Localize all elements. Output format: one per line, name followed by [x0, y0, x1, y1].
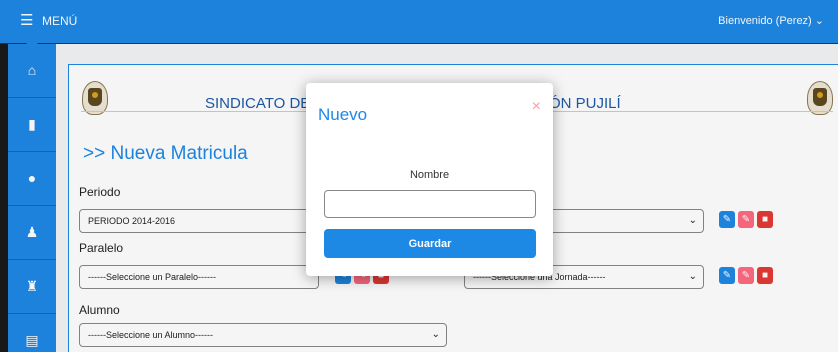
modal-title: Nuevo [318, 105, 368, 124]
nuevo-modal: Nuevo × Nombre Guardar [306, 83, 553, 276]
nombre-label: Nombre [409, 169, 450, 181]
nombre-input[interactable] [324, 190, 536, 218]
close-icon[interactable]: × [532, 99, 541, 115]
guardar-button[interactable]: Guardar [324, 229, 536, 258]
